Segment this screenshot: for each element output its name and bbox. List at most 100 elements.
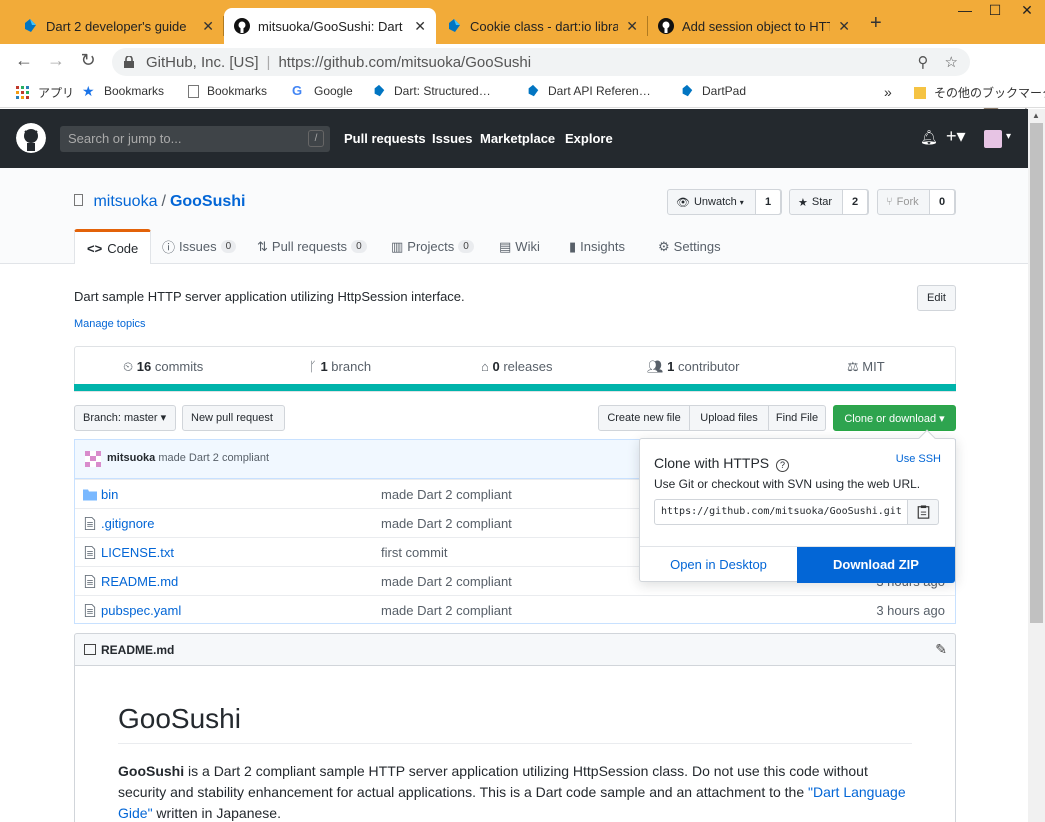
commits-link[interactable]: ⏲ 16 commits (123, 359, 203, 375)
new-pull-request-button[interactable]: New pull request (182, 405, 285, 431)
bookmark-dart-structured[interactable]: Dart: Structured… (372, 84, 491, 98)
repo-owner-link[interactable]: mitsuoka (93, 193, 157, 210)
close-icon[interactable]: ✕ (626, 18, 638, 35)
license-link[interactable]: ⚖ MIT (847, 359, 885, 375)
commit-author-link[interactable]: mitsuoka (107, 452, 155, 464)
file-link[interactable]: pubspec.yaml (101, 603, 181, 618)
file-link[interactable]: README.md (101, 574, 178, 589)
bell-icon[interactable]: 🔔︎ (920, 129, 938, 146)
unwatch-button[interactable]: 👁︎ Unwatch ▾ 1 (667, 189, 782, 215)
bookmark-apps[interactable]: アプリ (16, 84, 74, 101)
star-button[interactable]: ★ Star 2 (789, 189, 869, 215)
bookmark-other[interactable]: その他のブックマーク (914, 84, 1045, 101)
open-in-desktop-button[interactable]: Open in Desktop (640, 547, 797, 583)
bookmark-bookmarks[interactable]: Bookmarks (188, 84, 267, 98)
star-bookmark-icon[interactable]: ☆ (945, 53, 958, 71)
tab-issues[interactable]: ⓘ Issues 0 (162, 229, 237, 264)
edit-description-button[interactable]: Edit (917, 285, 956, 311)
commit-message-link[interactable]: first commit (381, 545, 447, 560)
fork-button[interactable]: ⑂ Fork 0 (877, 189, 956, 215)
bookmark-dartpad[interactable]: DartPad (680, 84, 746, 98)
file-icon (84, 575, 96, 588)
nav-marketplace[interactable]: Marketplace (480, 131, 555, 146)
chevron-down-icon[interactable]: ▾ (1006, 131, 1011, 142)
clone-or-download-button[interactable]: Clone or download ▾ (833, 405, 956, 431)
bookmark-star-bookmarks[interactable]: ★ Bookmarks (82, 84, 164, 98)
clone-url-input[interactable]: https://github.com/mitsuoka/GooSushi.git (654, 499, 908, 525)
window-close-button[interactable]: ✕ (1012, 2, 1042, 19)
browser-tab-cookie[interactable]: Cookie class - dart:io library ✕ (436, 8, 648, 44)
file-link[interactable]: LICENSE.txt (101, 545, 174, 560)
star-icon: ★ (82, 83, 95, 99)
watch-count[interactable]: 1 (755, 189, 781, 215)
browser-tab-dart-guide[interactable]: Dart 2 developer's guide ✕ (12, 8, 224, 44)
star-icon: ★ (798, 196, 808, 209)
minimize-button[interactable]: — (950, 2, 980, 18)
download-zip-button[interactable]: Download ZIP (797, 547, 955, 583)
tab-projects[interactable]: ▥ Projects 0 (391, 229, 474, 264)
bookmark-dart-api[interactable]: Dart API Referen… (526, 84, 651, 98)
bookmarks-overflow-chevron[interactable]: » (884, 84, 892, 100)
branch-select-button[interactable]: Branch: master ▾ (74, 405, 176, 431)
author-avatar[interactable] (85, 451, 101, 467)
new-tab-button[interactable]: + (870, 12, 882, 35)
readme-header: README.md ✎ (74, 633, 956, 666)
maximize-button[interactable]: ☐ (980, 2, 1010, 19)
user-avatar[interactable] (984, 130, 1002, 148)
find-file-button[interactable]: Find File (768, 405, 826, 431)
commit-message-link[interactable]: made Dart 2 compliant (158, 452, 269, 464)
commit-message-link[interactable]: made Dart 2 compliant (381, 516, 512, 531)
clone-subtitle: Use Git or checkout with SVN using the w… (654, 477, 921, 491)
reload-icon[interactable]: ↻ (76, 50, 100, 71)
commit-message-link[interactable]: made Dart 2 compliant (381, 603, 512, 618)
upload-files-button[interactable]: Upload files (689, 405, 769, 431)
browser-tab-goosushi[interactable]: mitsuoka/GooSushi: Dart sample ✕ (224, 8, 436, 44)
browser-tab-session[interactable]: Add session object to HTTP ✕ (648, 8, 860, 44)
scroll-up-icon[interactable]: ▲ (1032, 111, 1040, 120)
commit-message-link[interactable]: made Dart 2 compliant (381, 574, 512, 589)
plus-dropdown-icon[interactable]: +▾ (946, 126, 966, 147)
tab-pull-requests[interactable]: ⇅ Pull requests 0 (257, 229, 367, 264)
github-search-input[interactable]: Search or jump to... / (60, 126, 330, 152)
contributors-link[interactable]: 👥︎ 1 contributor (647, 359, 739, 375)
readme-paragraph: GooSushi is a Dart 2 compliant sample HT… (118, 763, 906, 821)
repo-name-link[interactable]: GooSushi (170, 193, 246, 210)
nav-issues[interactable]: Issues (432, 131, 472, 146)
pencil-icon[interactable]: ✎ (935, 641, 947, 658)
close-icon[interactable]: ✕ (202, 18, 214, 35)
clipboard-icon (917, 505, 930, 519)
github-logo-icon[interactable] (16, 123, 46, 153)
back-icon[interactable]: ← (12, 50, 36, 71)
file-icon (84, 604, 96, 617)
dart-icon (449, 19, 460, 32)
create-new-file-button[interactable]: Create new file (598, 405, 690, 431)
commit-message-link[interactable]: made Dart 2 compliant (381, 487, 512, 502)
scrollbar-thumb[interactable] (1030, 123, 1043, 623)
branches-link[interactable]: ᚴ 1 branch (309, 359, 371, 374)
tab-settings[interactable]: ⚙ Settings (658, 229, 721, 264)
address-bar[interactable]: GitHub, Inc. [US] | https://github.com/m… (112, 48, 970, 76)
question-icon[interactable]: ? (776, 459, 790, 472)
tab-insights[interactable]: ▮ Insights (569, 229, 625, 264)
file-link[interactable]: bin (101, 487, 118, 502)
bookmark-google[interactable]: G Google (292, 84, 353, 99)
copy-to-clipboard-button[interactable] (907, 499, 939, 525)
fork-count[interactable]: 0 (929, 189, 955, 215)
forward-icon[interactable]: → (44, 50, 68, 71)
releases-link[interactable]: ⌂ 0 releases (481, 359, 552, 374)
use-ssh-link[interactable]: Use SSH (896, 453, 941, 465)
star-count[interactable]: 2 (842, 189, 868, 215)
pull-request-icon: ⇅ (257, 238, 268, 254)
apps-grid-icon (16, 85, 29, 99)
language-bar[interactable] (74, 384, 956, 391)
page-scrollbar[interactable]: ▲ (1028, 109, 1045, 822)
close-icon[interactable]: ✕ (414, 18, 426, 35)
zoom-search-icon[interactable]: ⚲ (918, 53, 929, 71)
nav-pull-requests[interactable]: Pull requests (344, 131, 426, 146)
file-link[interactable]: .gitignore (101, 516, 154, 531)
tab-code[interactable]: <> Code (74, 229, 152, 264)
manage-topics-link[interactable]: Manage topics (74, 318, 146, 330)
nav-explore[interactable]: Explore (565, 131, 613, 146)
tab-wiki[interactable]: ▤ Wiki (499, 229, 540, 264)
close-icon[interactable]: ✕ (838, 18, 850, 35)
